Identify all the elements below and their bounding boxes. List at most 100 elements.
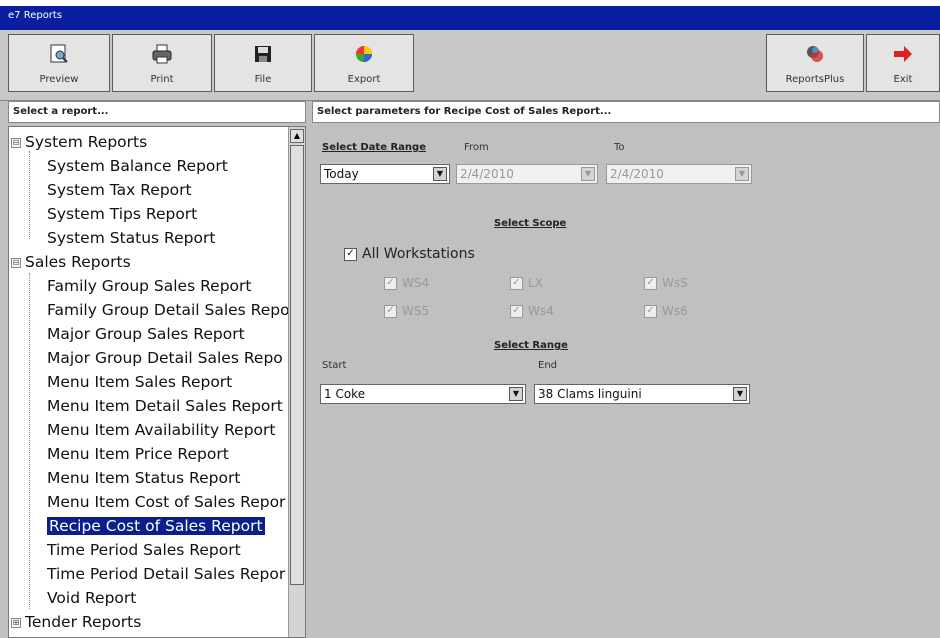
reportsplus-icon — [807, 46, 823, 62]
left-header: Select a report... — [8, 101, 306, 123]
date-range-label: Select Date Range — [322, 142, 426, 153]
workstation-checkbox-lx[interactable]: ✓ LX — [510, 276, 543, 290]
checkbox-checked-icon[interactable]: ✓ — [384, 277, 397, 290]
workstation-label: WS5 — [402, 304, 430, 318]
to-label: To — [614, 142, 625, 153]
exit-arrow-icon — [894, 46, 912, 62]
scroll-thumb[interactable] — [290, 145, 304, 585]
tree-item-menu-item-availability[interactable]: Menu Item Availability Report — [47, 419, 276, 441]
title-bar: e7 Reports — [0, 0, 940, 30]
exit-label: Exit — [893, 74, 913, 85]
from-date-value: 2/4/2010 — [460, 167, 514, 181]
exit-button[interactable]: Exit — [866, 34, 940, 92]
tree-item-system-tax[interactable]: System Tax Report — [47, 179, 192, 201]
tree-item-recipe-cost-selected[interactable]: Recipe Cost of Sales Report — [47, 515, 265, 537]
checkbox-checked-icon[interactable]: ✓ — [510, 277, 523, 290]
workstation-checkbox-wss[interactable]: ✓ WsS — [644, 276, 688, 290]
tree-item-time-period-detail[interactable]: Time Period Detail Sales Repor — [47, 563, 285, 585]
from-date-picker[interactable]: 2/4/2010 ▼ — [456, 164, 598, 184]
range-label: Select Range — [494, 340, 568, 351]
tree-item-menu-item-cost[interactable]: Menu Item Cost of Sales Repor — [47, 491, 285, 513]
tree-item-system-status[interactable]: System Status Report — [47, 227, 215, 249]
tree-item-label: Recipe Cost of Sales Report — [47, 517, 265, 535]
tree-item-system-tips[interactable]: System Tips Report — [47, 203, 197, 225]
workstation-checkbox-ws5[interactable]: ✓ WS5 — [384, 304, 429, 318]
tree-item-family-group-detail[interactable]: Family Group Detail Sales Repo — [47, 299, 290, 321]
all-workstations-checkbox[interactable]: ✓ All Workstations — [344, 246, 475, 262]
tree-group-label: Sales Reports — [25, 253, 131, 271]
date-range-value: Today — [324, 167, 359, 181]
tree-guide — [29, 151, 30, 239]
tree-item-label: Menu Item Price Report — [47, 445, 229, 463]
tree-item-menu-item-status[interactable]: Menu Item Status Report — [47, 467, 240, 489]
right-header: Select parameters for Recipe Cost of Sal… — [312, 101, 940, 123]
checkbox-checked-icon[interactable]: ✓ — [344, 247, 357, 261]
reportsplus-button[interactable]: ReportsPlus — [766, 34, 864, 92]
workstation-label: Ws6 — [662, 304, 688, 318]
report-tree[interactable]: ⊟ System Reports System Balance Report Sy… — [8, 126, 306, 638]
tree-item-family-group-sales[interactable]: Family Group Sales Report — [47, 275, 251, 297]
printer-icon — [152, 44, 172, 64]
date-range-select[interactable]: Today ▼ — [320, 164, 450, 184]
collapse-icon[interactable]: ⊟ — [11, 257, 21, 268]
tree-item-system-balance[interactable]: System Balance Report — [47, 155, 228, 177]
end-label: End — [538, 360, 558, 371]
tree-item-major-group-detail[interactable]: Major Group Detail Sales Repo — [47, 347, 283, 369]
tree-item-menu-item-sales[interactable]: Menu Item Sales Report — [47, 371, 232, 393]
checkbox-checked-icon[interactable]: ✓ — [384, 305, 397, 318]
checkbox-checked-icon[interactable]: ✓ — [510, 305, 523, 318]
window-title: e7 Reports — [8, 10, 63, 21]
tree-group-label: System Reports — [25, 133, 148, 151]
tree-group-label: Tender Reports — [25, 613, 142, 631]
to-date-picker[interactable]: 2/4/2010 ▼ — [606, 164, 752, 184]
tree-item-label: Void Report — [47, 589, 137, 607]
workstation-checkbox-ws4[interactable]: ✓ WS4 — [384, 276, 429, 290]
workstation-checkbox-ws6[interactable]: ✓ Ws6 — [644, 304, 688, 318]
export-icon — [356, 46, 372, 62]
export-label: Export — [347, 74, 381, 85]
tree-item-label: Family Group Sales Report — [47, 277, 252, 295]
workstation-label: Ws4 — [528, 304, 554, 318]
tree-scrollbar[interactable]: ▲ — [288, 127, 305, 637]
start-label: Start — [322, 360, 347, 371]
preview-label: Preview — [39, 74, 79, 85]
from-label: From — [464, 142, 489, 153]
end-item-value: 38 Clams linguini — [538, 387, 642, 401]
scroll-up-icon[interactable]: ▲ — [290, 129, 304, 143]
export-button[interactable]: Export — [314, 34, 414, 92]
tree-item-label: System Tax Report — [47, 181, 192, 199]
tree-item-label: Menu Item Availability Report — [47, 421, 276, 439]
tree-item-void[interactable]: Void Report — [47, 587, 136, 609]
tree-item-menu-item-detail[interactable]: Menu Item Detail Sales Report — [47, 395, 283, 417]
tree-group-system[interactable]: ⊟ System Reports — [11, 131, 147, 153]
print-button[interactable]: Print — [112, 34, 212, 92]
expand-icon[interactable]: ⊞ — [11, 617, 21, 628]
file-button[interactable]: File — [214, 34, 312, 92]
chevron-down-icon[interactable]: ▼ — [733, 387, 747, 401]
start-item-select[interactable]: 1 Coke ▼ — [320, 384, 526, 404]
tree-item-menu-item-price[interactable]: Menu Item Price Report — [47, 443, 229, 465]
tree-item-label: Family Group Detail Sales Repo — [47, 301, 290, 319]
tree-item-label: Major Group Sales Report — [47, 325, 245, 343]
tree-item-label: Major Group Detail Sales Repo — [47, 349, 283, 367]
title-bar-fill — [0, 6, 940, 30]
collapse-icon[interactable]: ⊟ — [11, 137, 21, 148]
chevron-down-icon[interactable]: ▼ — [509, 387, 523, 401]
tree-item-label: System Tips Report — [47, 205, 198, 223]
end-item-select[interactable]: 38 Clams linguini ▼ — [534, 384, 750, 404]
tree-group-sales[interactable]: ⊟ Sales Reports — [11, 251, 131, 273]
tree-group-tender[interactable]: ⊞ Tender Reports — [11, 611, 141, 633]
toolbar: Preview Print File Export ReportsPlus Ex… — [0, 30, 940, 101]
to-date-value: 2/4/2010 — [610, 167, 664, 181]
chevron-down-icon[interactable]: ▼ — [433, 167, 447, 181]
workstation-checkbox-ws4b[interactable]: ✓ Ws4 — [510, 304, 554, 318]
preview-button[interactable]: Preview — [8, 34, 110, 92]
chevron-down-icon[interactable]: ▼ — [735, 167, 749, 181]
tree-item-time-period-sales[interactable]: Time Period Sales Report — [47, 539, 241, 561]
tree-item-label: Menu Item Sales Report — [47, 373, 233, 391]
scope-label: Select Scope — [494, 218, 567, 229]
chevron-down-icon[interactable]: ▼ — [581, 167, 595, 181]
checkbox-checked-icon[interactable]: ✓ — [644, 305, 657, 318]
checkbox-checked-icon[interactable]: ✓ — [644, 277, 657, 290]
tree-item-major-group-sales[interactable]: Major Group Sales Report — [47, 323, 245, 345]
